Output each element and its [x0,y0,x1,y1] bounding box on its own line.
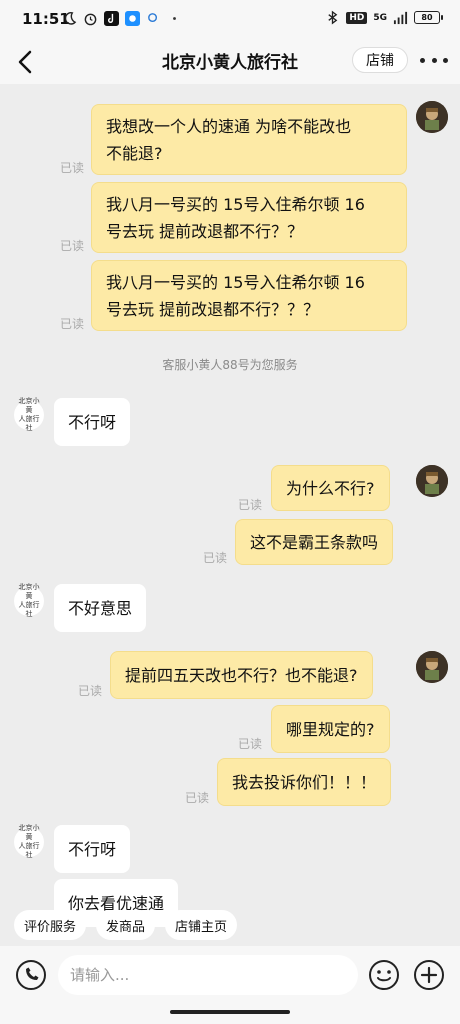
chat-header: 北京小黄人旅行社 店铺 [0,40,460,84]
network-type: 5G [373,12,387,23]
message-text: 号去玩 提前改退都不行？？ [106,221,304,241]
quick-actions-bar: 评价服务 发商品 店铺主页 [0,904,460,946]
message-bubble-sent[interactable]: 我去投诉你们！！！ [217,758,392,806]
message-bubble-sent[interactable]: 我想改一个人的速通 为啥不能改也 不能退? [91,104,407,175]
store-button[interactable]: 店铺 [352,47,408,73]
user-avatar-image [416,101,448,133]
message-text: 不能退? [106,143,163,163]
message-bubble-received[interactable]: 不行呀 [54,398,131,446]
read-receipt: 已读 [60,239,85,253]
message-bubble-sent[interactable]: 提前四五天改也不行？也不能退? [110,651,373,699]
shop-avatar-text: 北京小黄 人旅行社 [18,824,40,859]
emoji-icon[interactable] [368,959,400,991]
shop-avatar[interactable]: 北京小黄 人旅行社 [14,824,44,859]
quick-action-rate-service[interactable]: 评价服务 [14,910,87,940]
message-text: 我想改一个人的速通 为啥不能改也 [106,116,352,136]
search-app-icon [148,13,158,23]
moon-icon [64,12,77,25]
shop-avatar[interactable]: 北京小黄 人旅行社 [14,397,44,432]
shop-avatar[interactable]: 北京小黄 人旅行社 [14,583,44,618]
signal-icon [393,11,408,25]
message-input[interactable] [58,955,358,995]
message-text: 为什么不行? [286,478,375,498]
quick-action-store-home[interactable]: 店铺主页 [165,910,238,940]
read-receipt: 已读 [60,161,85,175]
message-bubble-received[interactable]: 不行呀 [54,825,131,873]
user-avatar-image [416,651,448,683]
read-receipt: 已读 [78,684,103,698]
chat-messages[interactable]: 我想改一个人的速通 为啥不能改也 不能退? 已读 我八月一号买的 15号入住希尔… [0,84,460,946]
message-bubble-sent[interactable]: 这不是霸王条款吗 [235,519,394,565]
read-receipt: 已读 [203,551,228,565]
battery-level: 80 [421,13,433,22]
hd-icon: HD [346,11,368,24]
message-bubble-sent[interactable]: 哪里规定的? [271,705,390,753]
user-avatar[interactable] [416,651,448,683]
user-avatar-image [416,465,448,497]
message-text: 号去玩 提前改退都不行？？？ [106,299,320,319]
user-avatar[interactable] [416,465,448,497]
message-text: 不行呀 [68,839,117,859]
message-text: 我八月一号买的 15号入住希尔顿 16 [106,194,365,214]
read-receipt: 已读 [185,791,210,805]
more-options-icon[interactable] [420,48,448,72]
system-message: 客服小黄人88号为您服务 [162,358,298,372]
app-icon [125,11,140,26]
alarm-icon [84,13,97,26]
message-bubble-received[interactable]: 不好意思 [54,584,147,632]
home-indicator[interactable] [170,1010,290,1014]
read-receipt: 已读 [238,498,263,512]
message-bubble-sent[interactable]: 我八月一号买的 15号入住希尔顿 16 号去玩 提前改退都不行？？ [91,182,407,253]
plus-icon[interactable] [413,959,445,991]
message-bubble-sent[interactable]: 我八月一号买的 15号入住希尔顿 16 号去玩 提前改退都不行？？？ [91,260,407,331]
battery-icon: 80 [414,11,443,24]
status-notification-icons [62,11,182,26]
message-text: 我八月一号买的 15号入住希尔顿 16 [106,272,365,292]
shop-avatar-text: 北京小黄 人旅行社 [18,583,40,618]
dot-icon [173,17,176,20]
message-text: 不行呀 [68,412,117,432]
bluetooth-icon [328,10,338,25]
status-bar: 11:51 HD 5G 80 [0,0,460,40]
message-text: 不好意思 [68,598,133,618]
read-receipt: 已读 [60,317,85,331]
message-text: 提前四五天改也不行？也不能退? [125,665,358,685]
shop-avatar-text: 北京小黄 人旅行社 [18,397,40,432]
message-bubble-sent[interactable]: 为什么不行? [271,465,390,511]
phone-icon[interactable] [15,959,47,991]
quick-action-send-product[interactable]: 发商品 [96,910,156,940]
user-avatar[interactable] [416,101,448,133]
read-receipt: 已读 [238,737,263,751]
tiktok-icon [104,11,119,26]
status-system-icons: HD 5G 80 [325,10,443,25]
message-text: 我去投诉你们！！！ [232,772,377,792]
message-text: 哪里规定的? [286,719,375,739]
message-text: 这不是霸王条款吗 [250,532,379,552]
